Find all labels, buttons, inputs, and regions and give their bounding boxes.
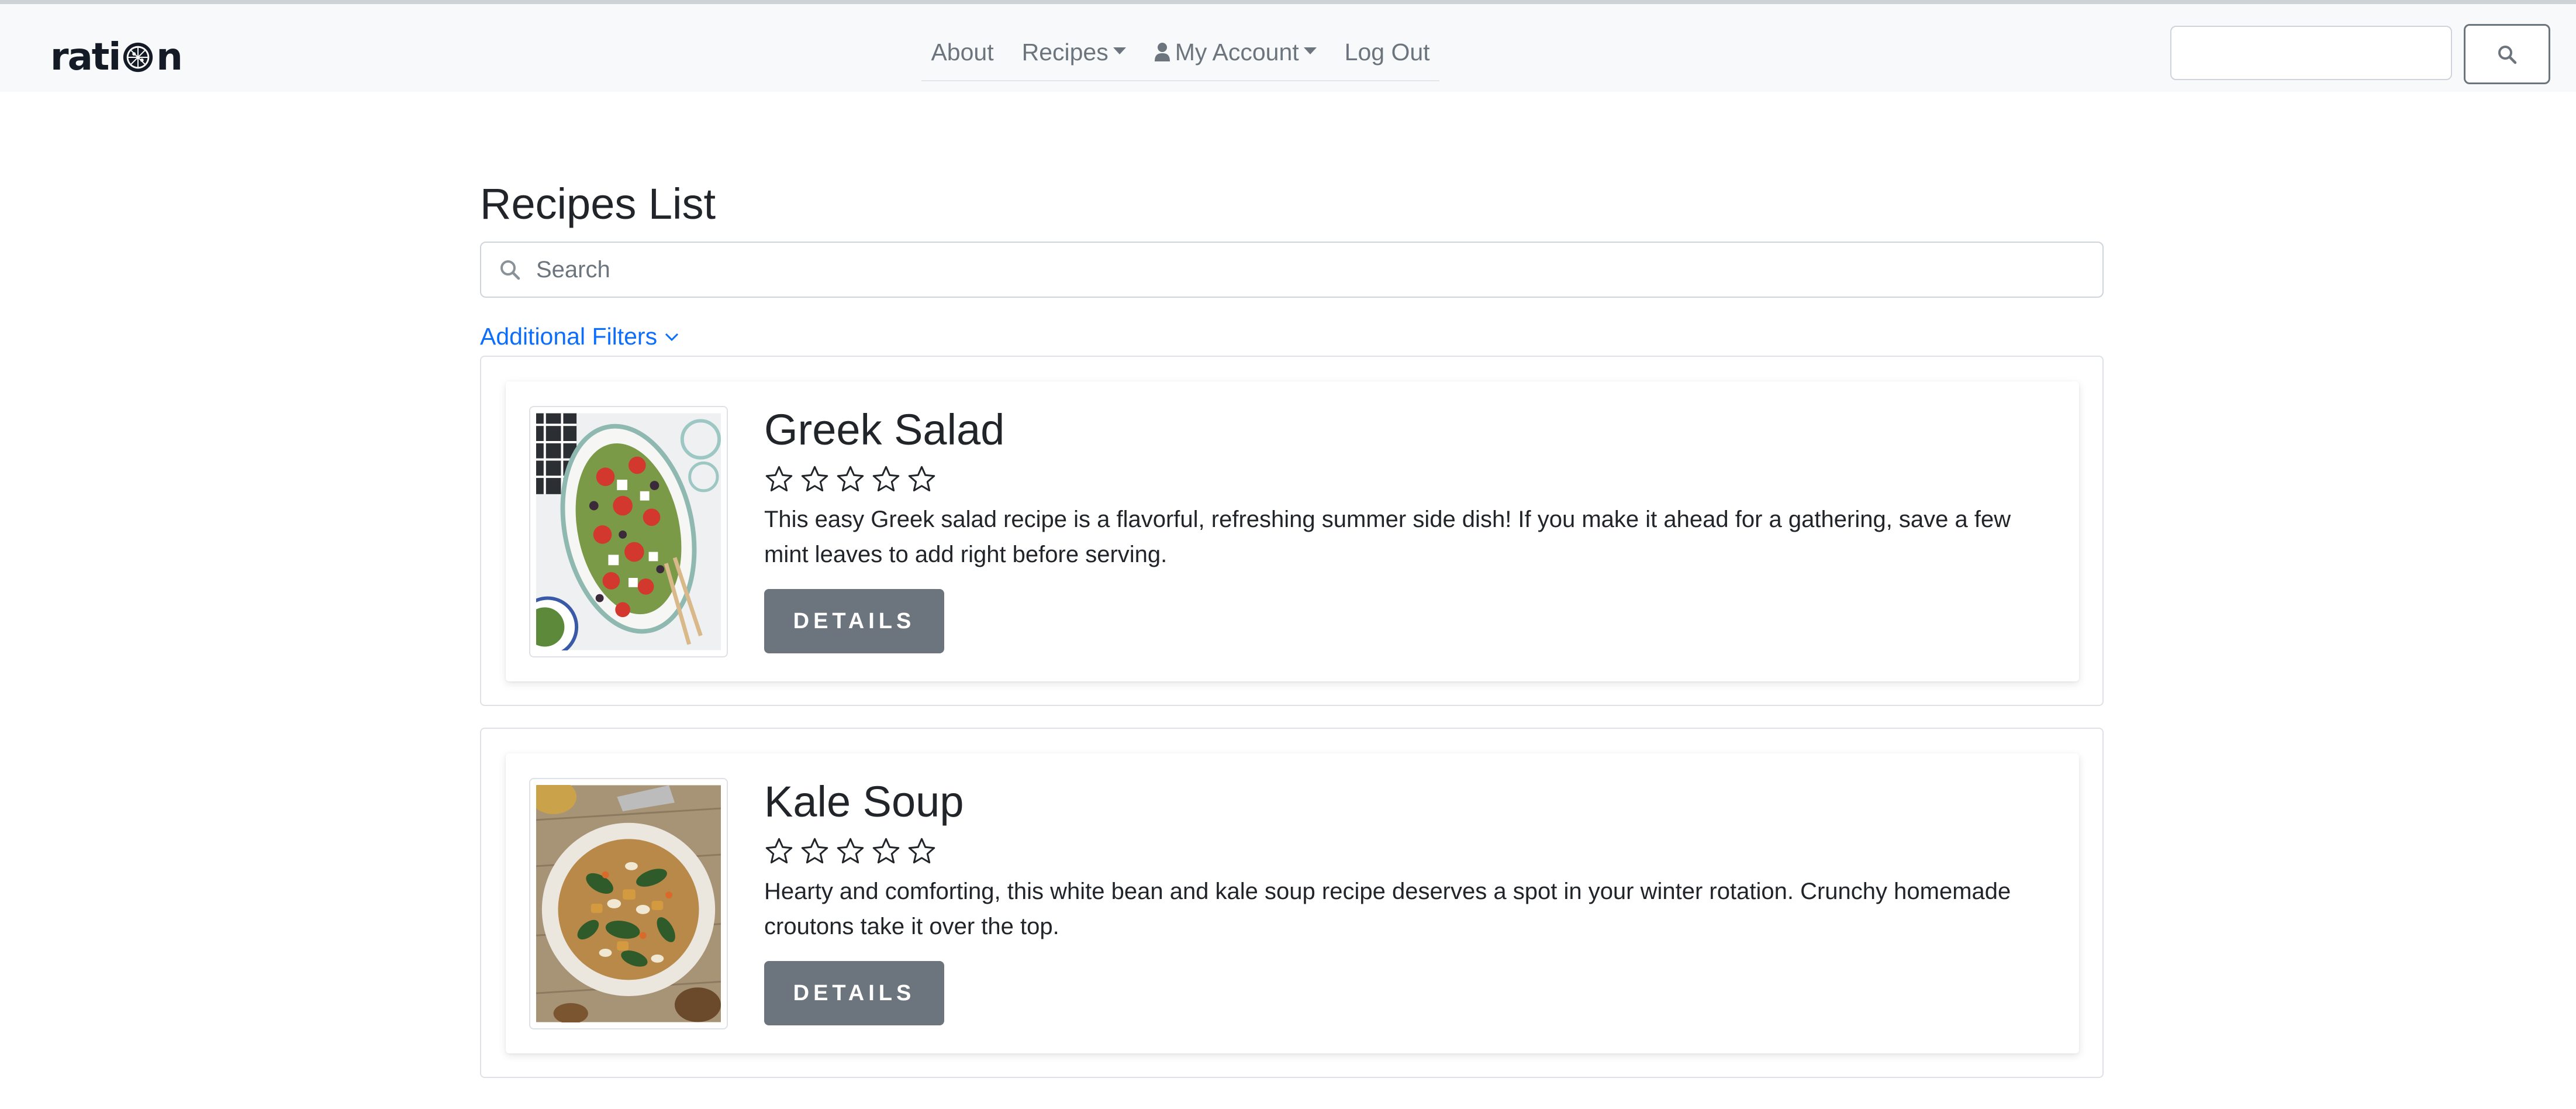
- details-button[interactable]: DETAILS: [764, 589, 944, 653]
- navbar-search-input[interactable]: [2170, 26, 2452, 80]
- star-outline-icon[interactable]: [835, 464, 865, 494]
- search-icon: [2498, 45, 2517, 64]
- recipe-image-greek-salad[interactable]: [529, 406, 728, 657]
- user-icon: [1154, 43, 1170, 61]
- brand-logo[interactable]: rati n: [50, 36, 183, 79]
- recipe-search-box[interactable]: [480, 242, 2104, 298]
- pizza-logo-icon: [123, 42, 153, 73]
- additional-filters-label: Additional Filters: [480, 323, 658, 350]
- star-outline-icon[interactable]: [800, 464, 830, 494]
- nav-recipes-label: Recipes: [1021, 39, 1109, 66]
- nav-logout-link[interactable]: Log Out: [1331, 33, 1444, 71]
- main-nav: About Recipes My Account Log Out: [921, 33, 1439, 81]
- recipe-description: Hearty and comforting, this white bean a…: [764, 879, 2011, 939]
- recipe-title[interactable]: Greek Salad: [764, 404, 1004, 456]
- star-outline-icon[interactable]: [764, 836, 794, 866]
- navbar-search-button[interactable]: [2464, 24, 2550, 84]
- details-button[interactable]: DETAILS: [764, 961, 944, 1025]
- star-outline-icon[interactable]: [764, 464, 794, 494]
- chevron-down-icon: [665, 333, 679, 341]
- star-outline-icon[interactable]: [835, 836, 865, 866]
- nav-my-account-label: My Account: [1175, 39, 1299, 66]
- star-outline-icon[interactable]: [800, 836, 830, 866]
- recipe-card: Kale Soup Hearty and comforting, this wh…: [506, 753, 2079, 1053]
- recipe-card: Greek Salad This easy Greek salad recipe…: [506, 381, 2079, 681]
- greek-salad-image: [536, 413, 721, 650]
- star-outline-icon[interactable]: [871, 464, 901, 494]
- kale-soup-image: [536, 785, 721, 1022]
- star-rating[interactable]: [764, 464, 937, 494]
- star-rating[interactable]: [764, 836, 937, 866]
- window-top-border: [0, 0, 2576, 4]
- nav-logout-label: Log Out: [1344, 39, 1430, 66]
- recipe-list-item: Kale Soup Hearty and comforting, this wh…: [480, 728, 2104, 1078]
- recipe-image-kale-soup[interactable]: [529, 778, 728, 1029]
- logo-text-start: rati: [50, 36, 121, 79]
- additional-filters-toggle[interactable]: Additional Filters: [480, 323, 679, 350]
- star-outline-icon[interactable]: [871, 836, 901, 866]
- star-outline-icon[interactable]: [907, 464, 937, 494]
- nav-about-link[interactable]: About: [917, 33, 1007, 71]
- logo-text-end: n: [156, 36, 183, 79]
- page-title: Recipes List: [480, 180, 716, 228]
- nav-my-account-dropdown[interactable]: My Account: [1140, 33, 1331, 71]
- nav-recipes-dropdown[interactable]: Recipes: [1008, 33, 1140, 71]
- caret-down-icon: [1113, 47, 1126, 54]
- recipe-description: This easy Greek salad recipe is a flavor…: [764, 507, 2011, 567]
- recipe-title[interactable]: Kale Soup: [764, 776, 964, 828]
- recipe-search-input[interactable]: [536, 246, 2102, 293]
- star-outline-icon[interactable]: [907, 836, 937, 866]
- recipe-list-item: Greek Salad This easy Greek salad recipe…: [480, 356, 2104, 706]
- navbar: rati n About Recipes My Account Log Out: [0, 4, 2576, 92]
- search-icon: [500, 260, 520, 280]
- caret-down-icon: [1303, 47, 1317, 54]
- nav-about-label: About: [931, 39, 994, 66]
